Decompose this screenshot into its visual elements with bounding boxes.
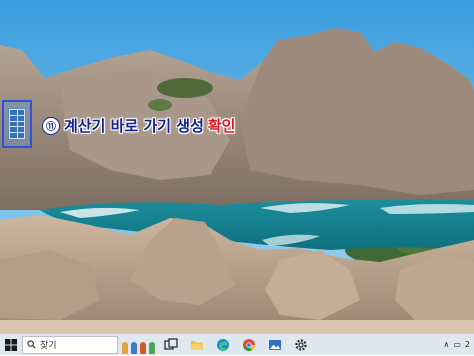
search-input[interactable]: 찾기 bbox=[22, 335, 118, 354]
chevron-up-icon[interactable]: ∧ bbox=[443, 340, 449, 349]
wallpaper bbox=[0, 0, 474, 333]
instruction-caption: ⑪ 계산기 바로 가기 생성 확인 bbox=[42, 115, 235, 136]
photos-icon[interactable] bbox=[264, 334, 286, 356]
caption-accent: 확인 bbox=[207, 117, 236, 135]
step-number: ⑪ bbox=[42, 116, 60, 135]
file-explorer-icon[interactable] bbox=[186, 334, 208, 356]
calculator-shortcut-icon[interactable] bbox=[2, 100, 32, 148]
network-icon[interactable]: ▭ bbox=[453, 340, 461, 349]
chrome-icon[interactable] bbox=[238, 334, 260, 356]
task-view-icon[interactable] bbox=[160, 334, 182, 356]
calculator-icon bbox=[8, 108, 26, 140]
clock[interactable]: 2 bbox=[465, 340, 470, 349]
edge-icon[interactable] bbox=[212, 334, 234, 356]
desktop: ⑪ 계산기 바로 가기 생성 확인 bbox=[0, 0, 474, 333]
search-highlights-icon[interactable] bbox=[120, 336, 156, 354]
search-icon bbox=[27, 340, 36, 349]
taskbar: 찾기 ∧ ▭ 2 bbox=[0, 333, 474, 355]
search-placeholder: 찾기 bbox=[40, 341, 57, 351]
settings-icon[interactable] bbox=[290, 334, 312, 356]
caption-text: 계산기 바로 가기 생성 bbox=[64, 117, 204, 135]
windows-start-icon[interactable] bbox=[0, 334, 22, 356]
system-tray: ∧ ▭ 2 bbox=[443, 340, 474, 349]
